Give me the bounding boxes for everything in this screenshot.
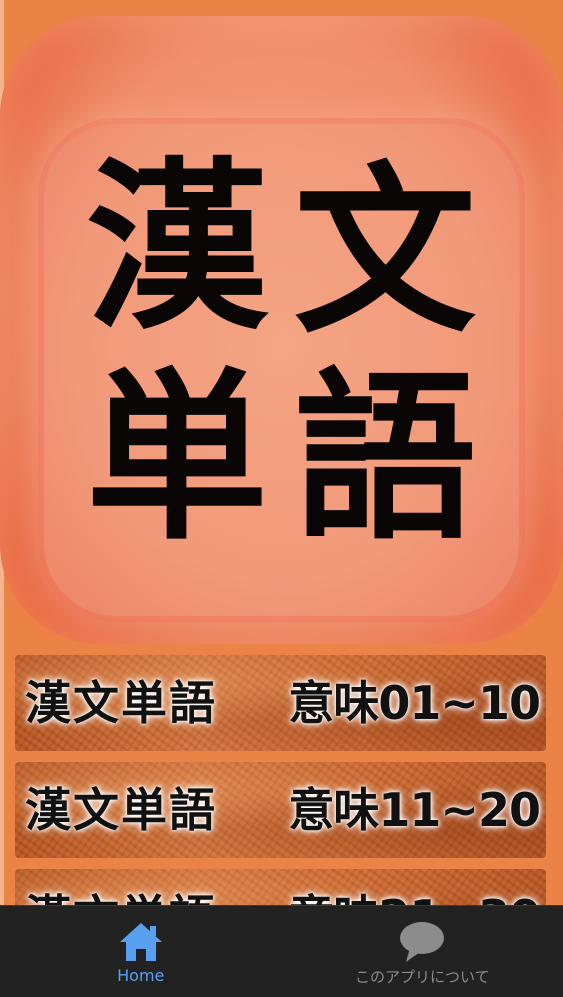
logo-glyph-go: 語 — [294, 350, 476, 564]
logo-glyph-bun: 文 — [294, 144, 476, 358]
bottom-tab-bar: Home このアプリについて — [0, 905, 563, 997]
logo-glyph-tan: 単 — [86, 350, 268, 564]
list-item-range: 意味01~10 — [288, 676, 541, 730]
app-screen: 漢 文 単 語 漢文単語 意味01~10 漢文単語 意味11~20 漢文単語 意… — [0, 0, 563, 997]
list-item-title: 漢文単語 — [25, 676, 217, 730]
list-item-title: 漢文単語 — [25, 783, 217, 837]
tab-about-label: このアプリについて — [354, 968, 490, 986]
home-icon — [119, 923, 162, 961]
list-item-meaning-01-10[interactable]: 漢文単語 意味01~10 — [15, 655, 546, 751]
tab-about-app[interactable]: このアプリについて — [282, 906, 563, 997]
list-item-meaning-11-20[interactable]: 漢文単語 意味11~20 — [15, 762, 546, 858]
tab-home-label: Home — [117, 966, 165, 985]
logo-glyph-kan: 漢 — [86, 140, 268, 354]
tab-home[interactable]: Home — [0, 906, 282, 997]
speech-bubble-icon — [400, 922, 445, 962]
list-item-range: 意味11~20 — [288, 783, 541, 837]
